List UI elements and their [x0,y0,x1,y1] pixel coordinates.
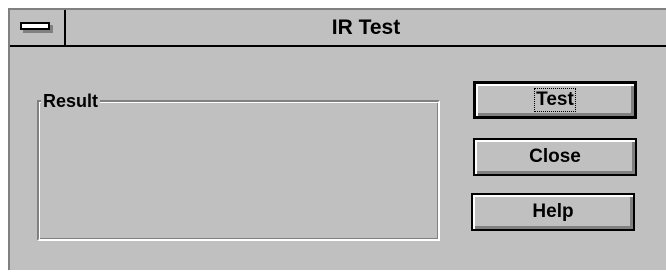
help-button-label: Help [532,201,574,222]
system-menu-icon [20,22,50,30]
help-button[interactable]: Help [471,193,635,231]
title-bar: IR Test [10,10,666,47]
close-button[interactable]: Close [473,138,637,176]
result-groupbox [37,100,440,241]
close-button-label: Close [529,146,581,167]
system-menu-button[interactable] [10,10,66,45]
ir-test-dialog: IR Test Result Test Close Help [8,8,666,270]
test-button[interactable]: Test [473,81,637,119]
window-title: IR Test [331,16,401,39]
test-button-label: Test [534,88,576,112]
result-groupbox-label: Result [41,91,101,111]
